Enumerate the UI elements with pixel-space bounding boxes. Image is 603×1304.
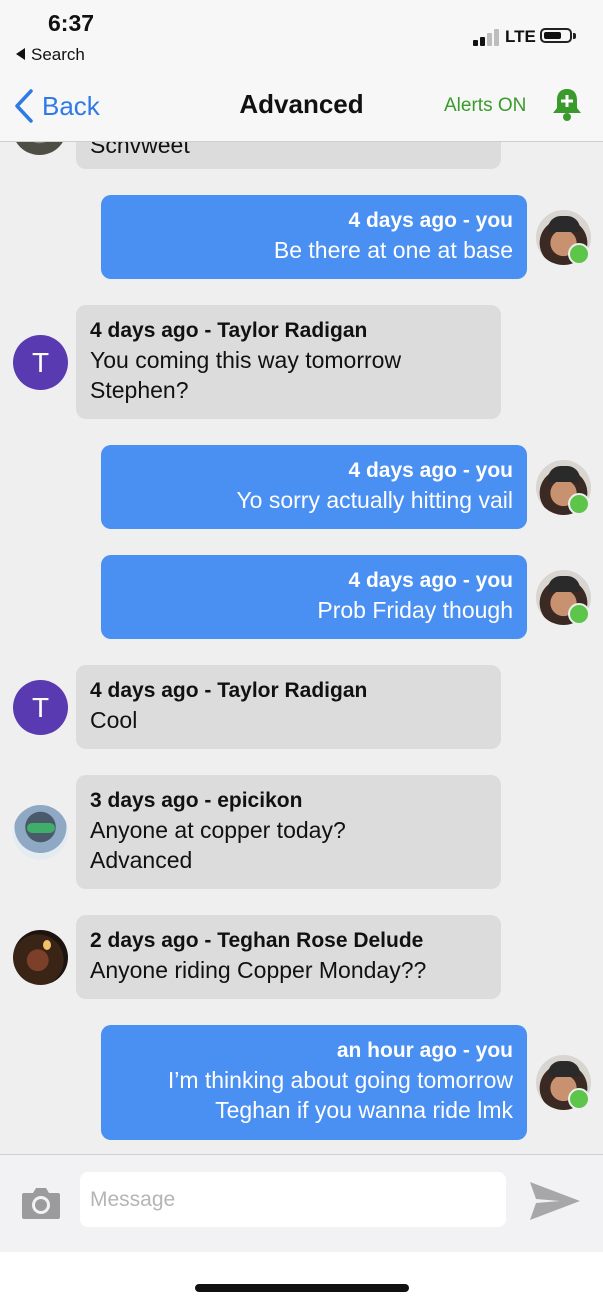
message-text: Anyone riding Copper Monday?? <box>90 957 427 983</box>
message-text: Prob Friday though <box>317 597 513 623</box>
online-status-dot <box>568 603 590 625</box>
back-app-label: Search <box>31 45 85 64</box>
message-text: Schvweet <box>90 142 190 158</box>
battery-icon <box>540 28 576 43</box>
signal-icon <box>473 28 501 46</box>
message-bubble-incoming[interactable]: 2 days ago - Teghan Rose Delude Anyone r… <box>76 915 501 999</box>
message-text: I’m thinking about going tomorrow Teghan… <box>167 1067 513 1123</box>
alerts-toggle[interactable]: Alerts ON <box>444 95 526 117</box>
send-icon[interactable] <box>528 1179 582 1223</box>
message-bubble-incoming[interactable]: Schvweet <box>76 142 501 169</box>
message-bubble-outgoing[interactable]: 4 days ago - you Yo sorry actually hitti… <box>101 445 527 529</box>
avatar[interactable]: T <box>13 680 68 735</box>
status-bar: 6:37 Search LTE <box>0 0 603 75</box>
online-status-dot <box>568 493 590 515</box>
message-text: Be there at one at base <box>273 237 513 263</box>
online-status-dot <box>568 243 590 265</box>
message-bubble-outgoing[interactable]: 4 days ago - you Prob Friday though <box>101 555 527 639</box>
avatar[interactable] <box>12 142 67 155</box>
nav-bar: Back Advanced Alerts ON <box>0 75 603 142</box>
online-status-dot <box>568 1088 590 1110</box>
message-meta: 4 days ago - Taylor Radigan <box>90 679 368 702</box>
avatar[interactable] <box>13 805 68 860</box>
back-triangle-icon <box>16 48 25 60</box>
message-text: Anyone at copper today? Advanced <box>90 817 346 873</box>
message-meta: 4 days ago - you <box>348 209 513 232</box>
message-bubble-outgoing[interactable]: 4 days ago - you Be there at one at base <box>101 195 527 279</box>
message-input[interactable] <box>80 1172 506 1227</box>
message-text: Yo sorry actually hitting vail <box>236 487 513 513</box>
message-meta: 4 days ago - you <box>348 459 513 482</box>
message-list[interactable]: Schvweet 4 days ago - you Be there at on… <box>0 142 603 1154</box>
home-indicator[interactable] <box>195 1284 409 1292</box>
network-label: LTE <box>505 27 536 46</box>
back-to-app-link[interactable]: Search <box>16 45 85 65</box>
message-composer <box>0 1154 603 1253</box>
message-meta: 3 days ago - epicikon <box>90 789 303 812</box>
message-meta: 4 days ago - you <box>348 569 513 592</box>
status-time: 6:37 <box>48 10 95 36</box>
camera-icon[interactable] <box>20 1185 62 1221</box>
message-text: Cool <box>90 707 138 733</box>
message-meta: 4 days ago - Taylor Radigan <box>90 319 368 342</box>
message-meta: 2 days ago - Teghan Rose Delude <box>90 929 424 952</box>
message-bubble-incoming[interactable]: 3 days ago - epicikon Anyone at copper t… <box>76 775 501 889</box>
avatar[interactable]: T <box>13 335 68 390</box>
home-indicator-area <box>0 1252 603 1304</box>
avatar[interactable] <box>13 930 68 985</box>
message-text: You coming this way tomorrow Stephen? <box>90 347 402 403</box>
message-bubble-incoming[interactable]: 4 days ago - Taylor Radigan Cool <box>76 665 501 749</box>
message-bubble-outgoing[interactable]: an hour ago - you I’m thinking about goi… <box>101 1025 527 1140</box>
message-meta: an hour ago - you <box>336 1039 513 1062</box>
message-bubble-incoming[interactable]: 4 days ago - Taylor Radigan You coming t… <box>76 305 501 419</box>
bell-plus-icon[interactable] <box>550 86 584 124</box>
